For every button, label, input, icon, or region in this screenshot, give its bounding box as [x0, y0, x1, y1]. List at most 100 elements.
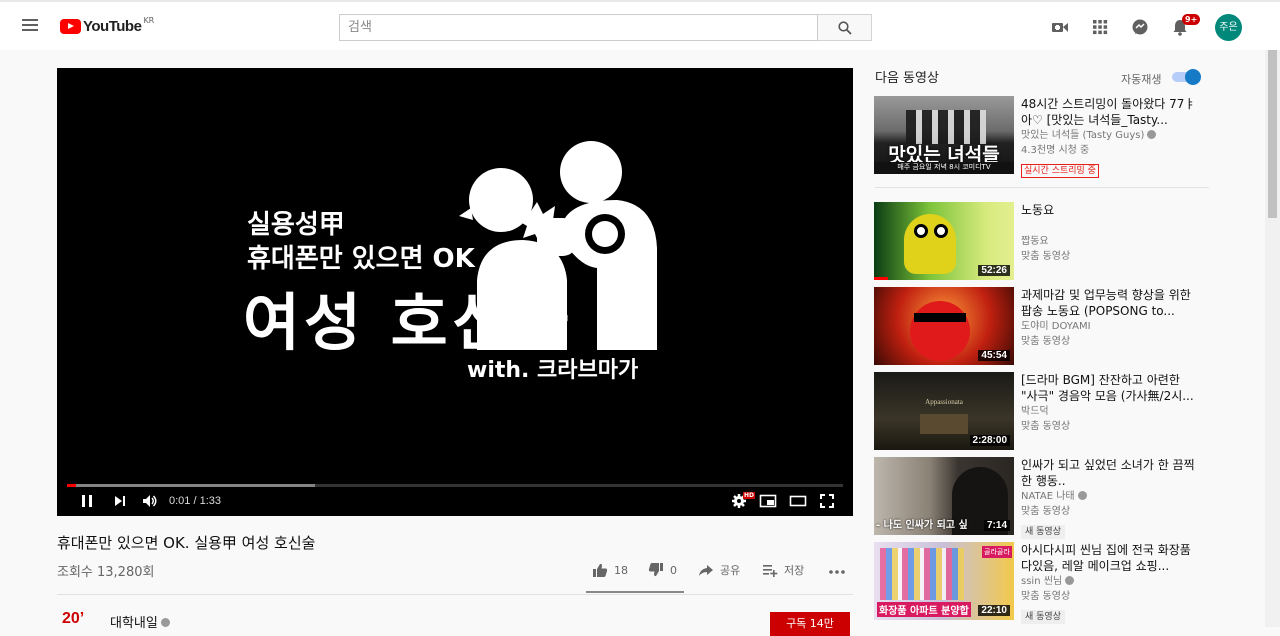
- subscribe-button[interactable]: 구독 14만: [770, 612, 850, 636]
- recommended-for-you: 맞춤 동영상: [1021, 336, 1071, 347]
- fullscreen-icon[interactable]: [819, 493, 835, 509]
- video-title[interactable]: 인싸가 되고 싶었던 소녀가 한 끔찍한 행동..: [1021, 457, 1199, 489]
- divider: [57, 594, 853, 595]
- verified-icon: [1077, 490, 1087, 500]
- view-count: 조회수 13,280회: [57, 565, 155, 580]
- channel-line[interactable]: NATAE 나태: [1021, 489, 1199, 504]
- watched-bar: [874, 277, 888, 280]
- thumbnail-text: 화장품 아파트 분양합: [877, 602, 971, 617]
- dislike-button[interactable]: 0: [648, 562, 677, 578]
- video-duration: 2:28:00: [969, 435, 1010, 446]
- thumbnail-text: - 나도 인싸가 되고 싶: [876, 520, 968, 531]
- save-label: 저장: [784, 564, 805, 577]
- channel-name[interactable]: 짭동요: [1021, 234, 1199, 249]
- more-actions-icon[interactable]: [828, 569, 846, 575]
- avatar[interactable]: 주은: [1215, 14, 1242, 41]
- apps-grid-icon[interactable]: [1090, 17, 1110, 37]
- recommended-video[interactable]: Appassionata 2:28:00 [드라마 BGM] 잔잔하고 아련한 …: [874, 372, 1214, 450]
- video-title[interactable]: 노동요: [1021, 202, 1199, 234]
- miniplayer-icon[interactable]: [759, 493, 777, 509]
- thumbs-down-icon: [648, 563, 663, 577]
- new-video-badge: 새 동영상: [1021, 610, 1065, 624]
- scrollbar-thumb[interactable]: [1268, 50, 1277, 218]
- add-to-playlist-icon: [763, 565, 778, 577]
- overlay-title-line3: 여성 호신술: [243, 286, 574, 359]
- channel-name-text: 대학내일: [110, 616, 158, 631]
- verified-icon: [160, 618, 170, 627]
- video-thumbnail[interactable]: Appassionata 2:28:00: [874, 372, 1014, 450]
- menu-icon[interactable]: [22, 19, 38, 31]
- time-display: 0:01 / 1:33: [169, 495, 221, 507]
- recommended-video[interactable]: 45:54 과제마감 및 업무능력 향상을 위한 팝송 노동요 (POPSONG…: [874, 287, 1214, 365]
- hd-badge: HD: [743, 492, 756, 499]
- progress-bar[interactable]: [67, 484, 843, 487]
- overlay-title-line2: 휴대폰만 있으면 OK: [247, 244, 475, 274]
- video-duration: 52:26: [978, 265, 1010, 276]
- pause-icon[interactable]: [79, 493, 95, 509]
- thumbnail-subtext: 매주 금요일 저녁 8시 코미디TV: [874, 162, 1014, 172]
- channel-logo[interactable]: 20’: [62, 610, 84, 628]
- thumbnail-art: [910, 301, 970, 361]
- upload-video-icon[interactable]: [1050, 17, 1070, 37]
- video-title[interactable]: 48시간 스트리밍이 돌아왔다 77ㅑ아♡ [맛있는 녀석들_Tasty...: [1021, 96, 1199, 128]
- thumbs-up-icon: [593, 563, 608, 577]
- recommended-for-you: 맞춤 동영상: [1021, 591, 1071, 602]
- save-button[interactable]: 저장: [762, 562, 804, 578]
- recommended-video[interactable]: - 나도 인싸가 되고 싶 7:14 인싸가 되고 싶었던 소녀가 한 끔찍한 …: [874, 457, 1214, 539]
- next-video-icon[interactable]: [112, 493, 128, 509]
- thumbnail-people: [906, 110, 986, 144]
- share-label: 공유: [720, 564, 741, 577]
- video-thumbnail[interactable]: - 나도 인싸가 되고 싶 7:14: [874, 457, 1014, 535]
- channel-name[interactable]: 도야미 DOYAMI: [1021, 319, 1199, 334]
- thumbnail-tag: 골라골라: [982, 546, 1012, 558]
- viewers: 4.3천명 시청 중: [1021, 145, 1090, 156]
- video-thumbnail[interactable]: 골라골라 화장품 아파트 분양합 22:10: [874, 542, 1014, 620]
- youtube-logo[interactable]: YouTube KR: [60, 15, 154, 37]
- video-player[interactable]: 실용성甲 휴대폰만 있으면 OK 여성 호신술 with. 크라브마가 0:01…: [57, 68, 853, 516]
- like-button[interactable]: 18: [592, 562, 628, 578]
- autoplay-toggle[interactable]: [1172, 69, 1202, 85]
- thumbnail-art: [904, 214, 956, 274]
- share-button[interactable]: 공유: [698, 562, 740, 578]
- video-title: 휴대폰만 있으면 OK. 실용甲 여성 호신술: [57, 534, 316, 552]
- new-video-badge: 새 동영상: [1021, 525, 1065, 539]
- recommended-video[interactable]: 맛있는 녀석들 매주 금요일 저녁 8시 코미디TV 48시간 스트리밍이 돌아…: [874, 96, 1214, 178]
- channel-name: NATAE 나태: [1021, 491, 1075, 502]
- video-thumbnail[interactable]: 45:54: [874, 287, 1014, 365]
- search-icon: [838, 21, 852, 35]
- live-badge: 실시간 스트리밍 중: [1021, 164, 1099, 178]
- progress-buffer: [67, 484, 316, 487]
- divider: [875, 187, 1209, 188]
- recommended-video[interactable]: 골라골라 화장품 아파트 분양합 22:10 아시다시피 씬님 집에 전국 화장…: [874, 542, 1214, 624]
- like-count: 18: [614, 563, 628, 577]
- video-thumbnail[interactable]: 맛있는 녀석들 매주 금요일 저녁 8시 코미디TV: [874, 96, 1014, 174]
- video-thumbnail[interactable]: 52:26: [874, 202, 1014, 280]
- video-title[interactable]: 아시다시피 씬님 집에 전국 화장품 다있음, 레알 메이크업 쇼핑...: [1021, 542, 1199, 574]
- search-input[interactable]: [339, 14, 818, 41]
- search-button[interactable]: [818, 14, 872, 41]
- thumbnail-eye: [934, 224, 948, 238]
- page-scrollbar[interactable]: [1265, 50, 1280, 627]
- search-bar: [339, 14, 872, 41]
- share-arrow-icon: [699, 565, 713, 576]
- recommended-for-you: 맞춤 동영상: [1021, 251, 1071, 262]
- verified-icon: [1147, 129, 1157, 139]
- channel-name[interactable]: 박드덕: [1021, 404, 1199, 419]
- progress-played: [67, 484, 76, 487]
- video-title[interactable]: 과제마감 및 업무능력 향상을 위한 팝송 노동요 (POPSONG to...: [1021, 287, 1199, 319]
- theater-mode-icon[interactable]: [789, 493, 807, 509]
- up-next-heading: 다음 동영상: [875, 71, 939, 86]
- channel-line[interactable]: 맛있는 녀석들 (Tasty Guys): [1021, 128, 1199, 143]
- overlay-title-line1: 실용성甲: [247, 210, 345, 240]
- channel-line[interactable]: ssin 씬님: [1021, 574, 1199, 589]
- overlay-title-line4: with. 크라브마가: [467, 358, 639, 383]
- messages-icon[interactable]: [1130, 17, 1150, 37]
- video-title[interactable]: [드라마 BGM] 잔잔하고 아련한 "사극" 경음악 모음 (가사無/2시..…: [1021, 372, 1199, 404]
- video-duration: 7:14: [983, 520, 1010, 531]
- verified-icon: [1065, 575, 1075, 585]
- channel-name[interactable]: 대학내일: [110, 612, 170, 631]
- thumbnail-text: Appassionata: [925, 398, 963, 406]
- volume-icon[interactable]: [141, 493, 159, 509]
- notification-count-badge: 9+: [1182, 14, 1201, 25]
- recommended-video[interactable]: 52:26 노동요 짭동요 맞춤 동영상: [874, 202, 1214, 280]
